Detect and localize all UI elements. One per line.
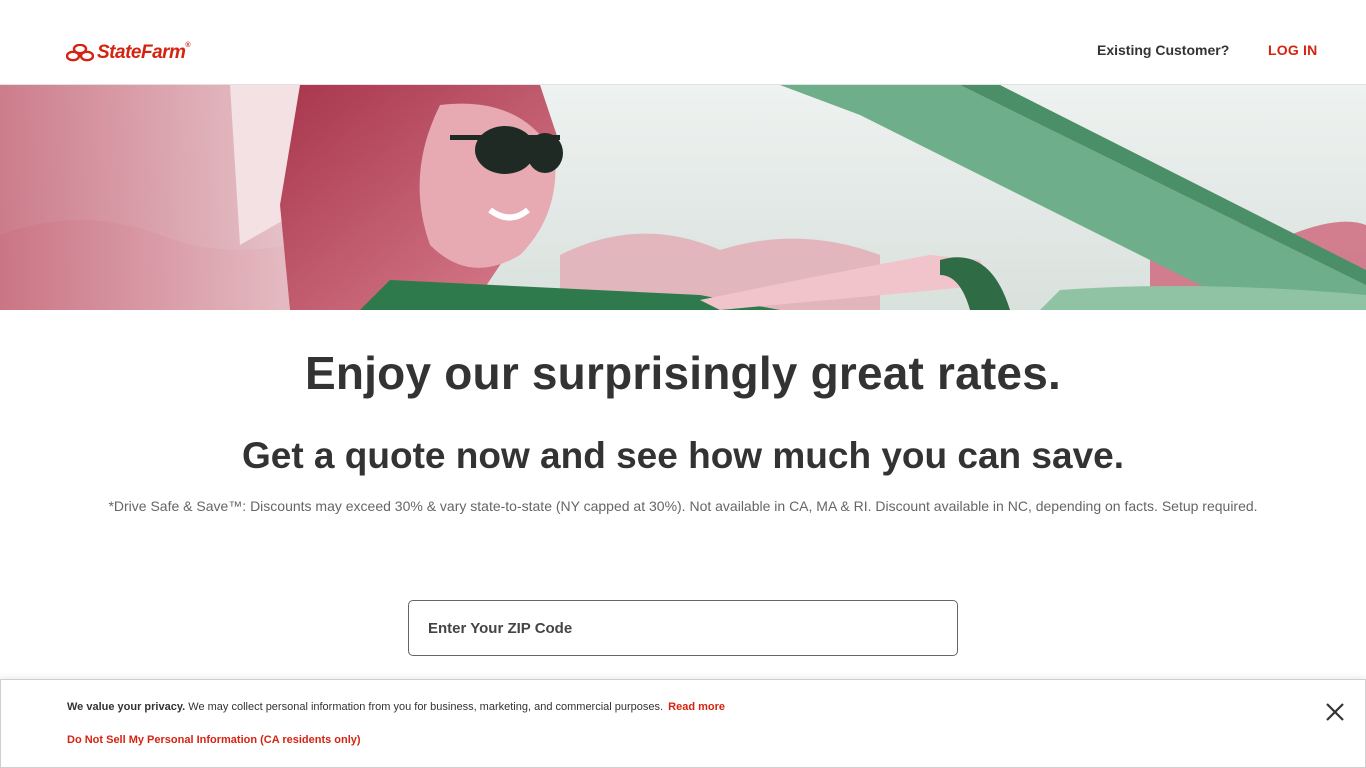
privacy-message: We value your privacy. We may collect pe…: [67, 701, 725, 713]
do-not-sell-link[interactable]: Do Not Sell My Personal Information (CA …: [67, 734, 361, 746]
hero-image: [0, 85, 1366, 310]
page-subheadline: Get a quote now and see how much you can…: [241, 435, 1125, 476]
existing-customer-link[interactable]: Existing Customer?: [1097, 42, 1229, 58]
privacy-body: We may collect personal information from…: [185, 701, 664, 713]
discount-disclaimer: *Drive Safe & Save™: Discounts may excee…: [108, 498, 1258, 514]
page-headline: Enjoy our surprisingly great rates.: [305, 347, 1061, 399]
registered-mark: ®: [185, 42, 191, 49]
close-icon[interactable]: [1325, 702, 1345, 722]
logo-wordmark: StateFarm®: [97, 42, 191, 63]
woman-driving-convertible-image: [0, 85, 1366, 310]
privacy-lead: We value your privacy.: [67, 701, 186, 713]
login-link[interactable]: LOG IN: [1268, 42, 1317, 58]
read-more-link[interactable]: Read more: [668, 701, 725, 713]
site-header: StateFarm® Existing Customer? LOG IN: [0, 0, 1366, 85]
three-ovals-icon: [66, 44, 94, 62]
privacy-banner: We value your privacy. We may collect pe…: [0, 679, 1366, 768]
state-farm-logo[interactable]: StateFarm®: [66, 41, 191, 65]
zip-field-wrapper: [408, 600, 958, 656]
zip-code-input[interactable]: [408, 600, 958, 656]
